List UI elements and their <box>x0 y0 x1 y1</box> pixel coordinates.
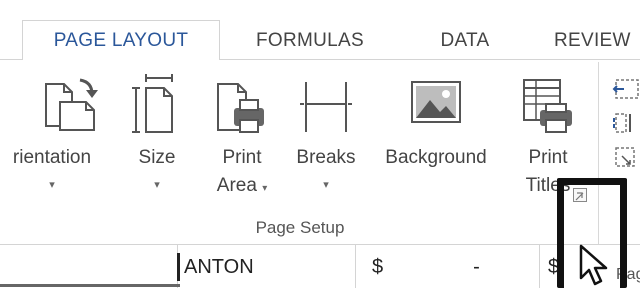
background-label: Background <box>385 147 487 168</box>
print-area-icon <box>212 74 272 139</box>
size-label: Size <box>138 147 176 168</box>
print-area-label-text: Area <box>216 175 257 196</box>
size-dropdown-icon: ▾ <box>154 179 160 191</box>
tab-page-layout[interactable]: PAGE LAYOUT <box>22 20 220 61</box>
background-button[interactable]: Background <box>370 60 502 210</box>
print-area-label-line1: Print <box>222 147 262 168</box>
worksheet-row: ANTON $ - $ <box>0 244 640 288</box>
tab-data[interactable]: DATA <box>420 20 510 61</box>
print-area-label-line2: Area ▾ <box>204 174 280 201</box>
breaks-dropdown-icon: ▾ <box>323 179 329 191</box>
tab-review[interactable]: REVIEW <box>540 20 640 61</box>
print-titles-label-line1: Print <box>528 147 568 168</box>
page-size-icon <box>132 74 182 139</box>
orientation-icon <box>42 74 104 139</box>
print-area-button[interactable]: Print Area ▾ <box>204 60 280 210</box>
print-area-dropdown-icon: ▾ <box>262 183 268 194</box>
cell-amount[interactable]: $ - <box>356 245 540 288</box>
currency-symbol: $ <box>372 255 384 278</box>
orientation-label: rientation <box>12 147 92 168</box>
size-button[interactable]: Size ▾ <box>122 60 192 210</box>
mouse-pointer-icon <box>579 244 609 288</box>
orientation-dropdown-icon: ▾ <box>49 179 55 191</box>
breaks-icon <box>298 74 354 139</box>
tab-formulas[interactable]: FORMULAS <box>240 20 380 61</box>
background-icon <box>406 74 466 135</box>
scale-small-icon[interactable] <box>612 112 640 134</box>
fit-small-icon[interactable] <box>612 146 640 168</box>
cell-name[interactable]: ANTON <box>180 245 356 288</box>
selected-cell-underline <box>0 284 180 287</box>
margins-small-icon[interactable] <box>612 78 640 100</box>
cell-blank[interactable] <box>0 245 178 288</box>
orientation-button[interactable]: rientation ▾ <box>0 60 120 210</box>
ribbon-tab-bar: PAGE LAYOUT FORMULAS DATA REVIEW <box>0 0 640 61</box>
breaks-button[interactable]: Breaks ▾ <box>290 60 362 210</box>
ribbon-page-setup: rientation ▾ Size ▾ Print Area ▾ Breaks … <box>0 60 640 244</box>
amount-dash: - <box>473 255 480 278</box>
breaks-label: Breaks <box>296 147 356 168</box>
page-setup-group-label: Page Setup <box>255 218 345 237</box>
print-titles-icon <box>518 74 578 139</box>
